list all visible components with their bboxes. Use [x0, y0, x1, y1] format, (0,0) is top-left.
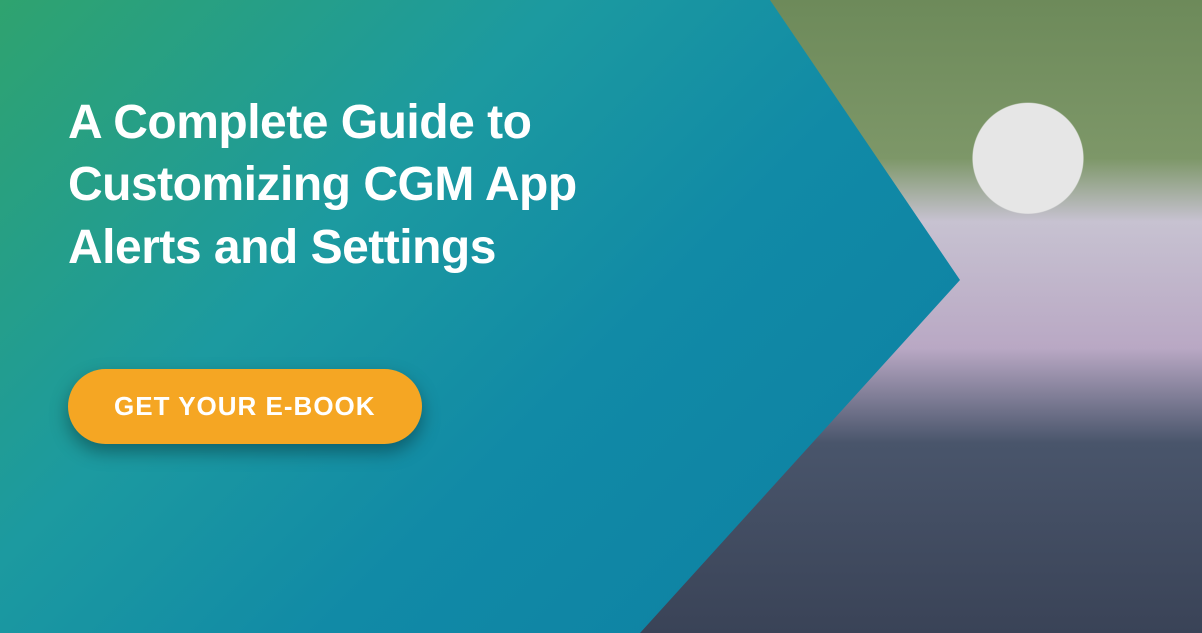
- get-ebook-button[interactable]: GET YOUR E-BOOK: [68, 369, 422, 444]
- banner-headline: A Complete Guide to Customizing CGM App …: [68, 92, 668, 279]
- banner-content: A Complete Guide to Customizing CGM App …: [68, 92, 668, 444]
- promo-banner: A Complete Guide to Customizing CGM App …: [0, 0, 1202, 633]
